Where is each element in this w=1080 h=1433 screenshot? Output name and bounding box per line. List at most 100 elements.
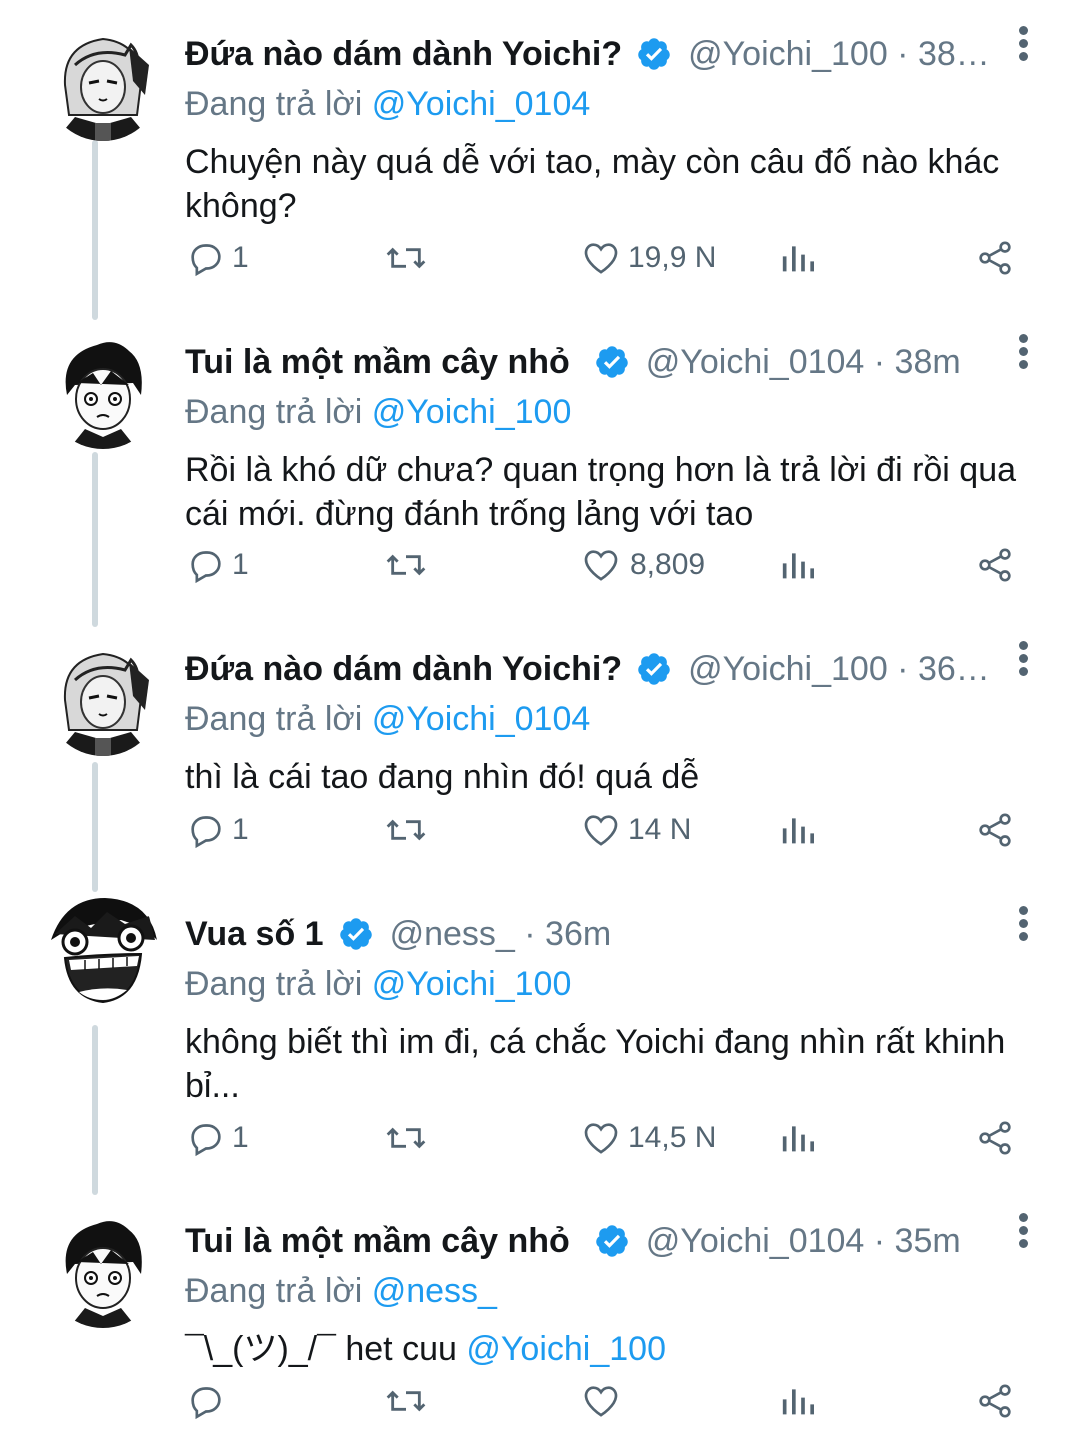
tweet-text: Rồi là khó dữ chưa? quan trọng hơn là tr…: [185, 451, 1017, 533]
like-button[interactable]: 19,9 N: [580, 233, 716, 283]
replying-to: Đang trả lời @Yoichi_0104: [185, 697, 1045, 741]
reply-handle-link[interactable]: @Yoichi_100: [372, 965, 572, 1003]
verified-badge-icon: [594, 344, 630, 380]
tweet-content: Đứa nào dám dành Yoichi? @Yoichi_100 · 3…: [185, 641, 1045, 799]
display-name[interactable]: Vua số 1: [185, 915, 324, 954]
avatar[interactable]: [45, 894, 161, 1010]
verified-badge-icon: [338, 916, 374, 952]
share-icon: [979, 813, 1011, 847]
tweet-actions: 1 19,9 N: [0, 233, 1080, 283]
tweet-header: Đứa nào dám dành Yoichi? @Yoichi_100 · 3…: [185, 641, 1045, 697]
like-count: 8,809: [630, 548, 706, 581]
reply-prefix: Đang trả lời: [185, 965, 363, 1003]
share-icon: [979, 1384, 1011, 1418]
like-button[interactable]: 14 N: [580, 805, 691, 855]
reply-handle-link[interactable]: @ness_: [372, 1272, 497, 1310]
like-count: 19,9 N: [628, 241, 717, 274]
display-name[interactable]: Đứa nào dám dành Yoichi?: [185, 650, 622, 689]
retweet-button[interactable]: [384, 1113, 428, 1163]
boy-avatar-icon: [45, 333, 161, 449]
analytics-icon: [782, 1126, 814, 1152]
reply-count: 1: [232, 1121, 249, 1154]
reply-icon: [191, 1124, 221, 1157]
replying-to: Đang trả lời @Yoichi_100: [185, 962, 1045, 1006]
handle-and-time[interactable]: @ness_ · 36m: [390, 915, 612, 954]
tweet-text: Chuyện này quá dễ với tao, mày còn câu đ…: [185, 143, 1000, 225]
tweet-actions: 1 14,5 N: [0, 1113, 1080, 1163]
reply-prefix: Đang trả lời: [185, 700, 363, 738]
reply-prefix: Đang trả lời: [185, 1272, 363, 1310]
share-button[interactable]: [974, 540, 1016, 590]
reply-icon: [191, 1387, 221, 1420]
like-count: 14,5 N: [628, 1121, 717, 1154]
retweet-button[interactable]: [384, 805, 428, 855]
mention-link[interactable]: @Yoichi_100: [466, 1330, 666, 1368]
heart-icon: [584, 1123, 618, 1154]
analytics-button[interactable]: [778, 1376, 818, 1426]
share-button[interactable]: [974, 233, 1016, 283]
tweet-text: ¯\_(ツ)_/¯ het cuu @Yoichi_100: [185, 1327, 1045, 1371]
more-options-icon[interactable]: [1010, 1211, 1038, 1251]
display-name[interactable]: Tui là một mầm cây nhỏ: [185, 1222, 570, 1261]
retweet-icon: [386, 247, 426, 269]
tweet-content: Vua số 1 @ness_ · 36m Đang trả lời @Yoic…: [185, 906, 1045, 1108]
retweet-button[interactable]: [384, 1376, 428, 1426]
analytics-icon: [782, 553, 814, 579]
more-options-icon[interactable]: [1010, 639, 1038, 679]
reply-button[interactable]: 1: [186, 805, 249, 855]
girl-avatar-icon: [45, 640, 161, 756]
heart-icon: [584, 550, 618, 581]
analytics-button[interactable]: [778, 233, 818, 283]
share-button[interactable]: [974, 1376, 1016, 1426]
tweet-text-body: ¯\_(ツ)_/¯ het cuu: [185, 1330, 467, 1368]
avatar[interactable]: [45, 1212, 161, 1328]
retweet-button[interactable]: [384, 233, 428, 283]
retweet-icon: [386, 1127, 426, 1149]
replying-to: Đang trả lời @Yoichi_100: [185, 390, 1045, 434]
like-button[interactable]: 14,5 N: [580, 1113, 716, 1163]
analytics-icon: [782, 818, 814, 844]
avatar[interactable]: [45, 25, 161, 141]
reply-button[interactable]: 1: [186, 233, 249, 283]
handle-and-time[interactable]: @Yoichi_0104 · 35m: [646, 1222, 961, 1261]
reply-button[interactable]: 1: [186, 540, 249, 590]
reply-count: 1: [232, 548, 249, 581]
avatar[interactable]: [45, 640, 161, 756]
share-icon: [979, 1121, 1011, 1155]
more-options-icon[interactable]: [1010, 24, 1038, 64]
tweet-text: thì là cái tao đang nhìn đó! quá dễ: [185, 758, 700, 796]
analytics-button[interactable]: [778, 805, 818, 855]
tweet-header: Vua số 1 @ness_ · 36m: [185, 906, 1045, 962]
like-button[interactable]: 8,809: [580, 540, 705, 590]
more-options-icon[interactable]: [1010, 904, 1038, 944]
analytics-button[interactable]: [778, 540, 818, 590]
display-name[interactable]: Tui là một mầm cây nhỏ: [185, 343, 570, 382]
more-options-icon[interactable]: [1010, 332, 1038, 372]
like-button[interactable]: [580, 1376, 628, 1426]
thread-line: [92, 140, 98, 320]
reply-handle-link[interactable]: @Yoichi_0104: [372, 700, 591, 738]
avatar[interactable]: [45, 333, 161, 449]
retweet-button[interactable]: [384, 540, 428, 590]
reply-button[interactable]: [186, 1376, 232, 1426]
reply-handle-link[interactable]: @Yoichi_100: [372, 393, 572, 431]
share-icon: [979, 548, 1011, 582]
replying-to: Đang trả lời @Yoichi_0104: [185, 82, 1045, 126]
retweet-icon: [386, 1390, 426, 1412]
verified-badge-icon: [594, 1223, 630, 1259]
share-button[interactable]: [974, 805, 1016, 855]
reply-handle-link[interactable]: @Yoichi_0104: [372, 85, 591, 123]
heart-icon: [584, 243, 618, 274]
boy-avatar-icon: [45, 1212, 161, 1328]
share-button[interactable]: [974, 1113, 1016, 1163]
handle-and-time[interactable]: @Yoichi_0104 · 38m: [646, 343, 961, 382]
reply-count: 1: [232, 813, 249, 846]
reply-button[interactable]: 1: [186, 1113, 249, 1163]
analytics-icon: [782, 1389, 814, 1415]
handle-and-time[interactable]: @Yoichi_100 · 36…: [688, 650, 990, 689]
analytics-button[interactable]: [778, 1113, 818, 1163]
handle-and-time[interactable]: @Yoichi_100 · 38…: [688, 35, 990, 74]
display-name[interactable]: Đứa nào dám dành Yoichi?: [185, 35, 622, 74]
tweet-actions: [0, 1376, 1080, 1426]
replying-to: Đang trả lời @ness_: [185, 1269, 1045, 1313]
